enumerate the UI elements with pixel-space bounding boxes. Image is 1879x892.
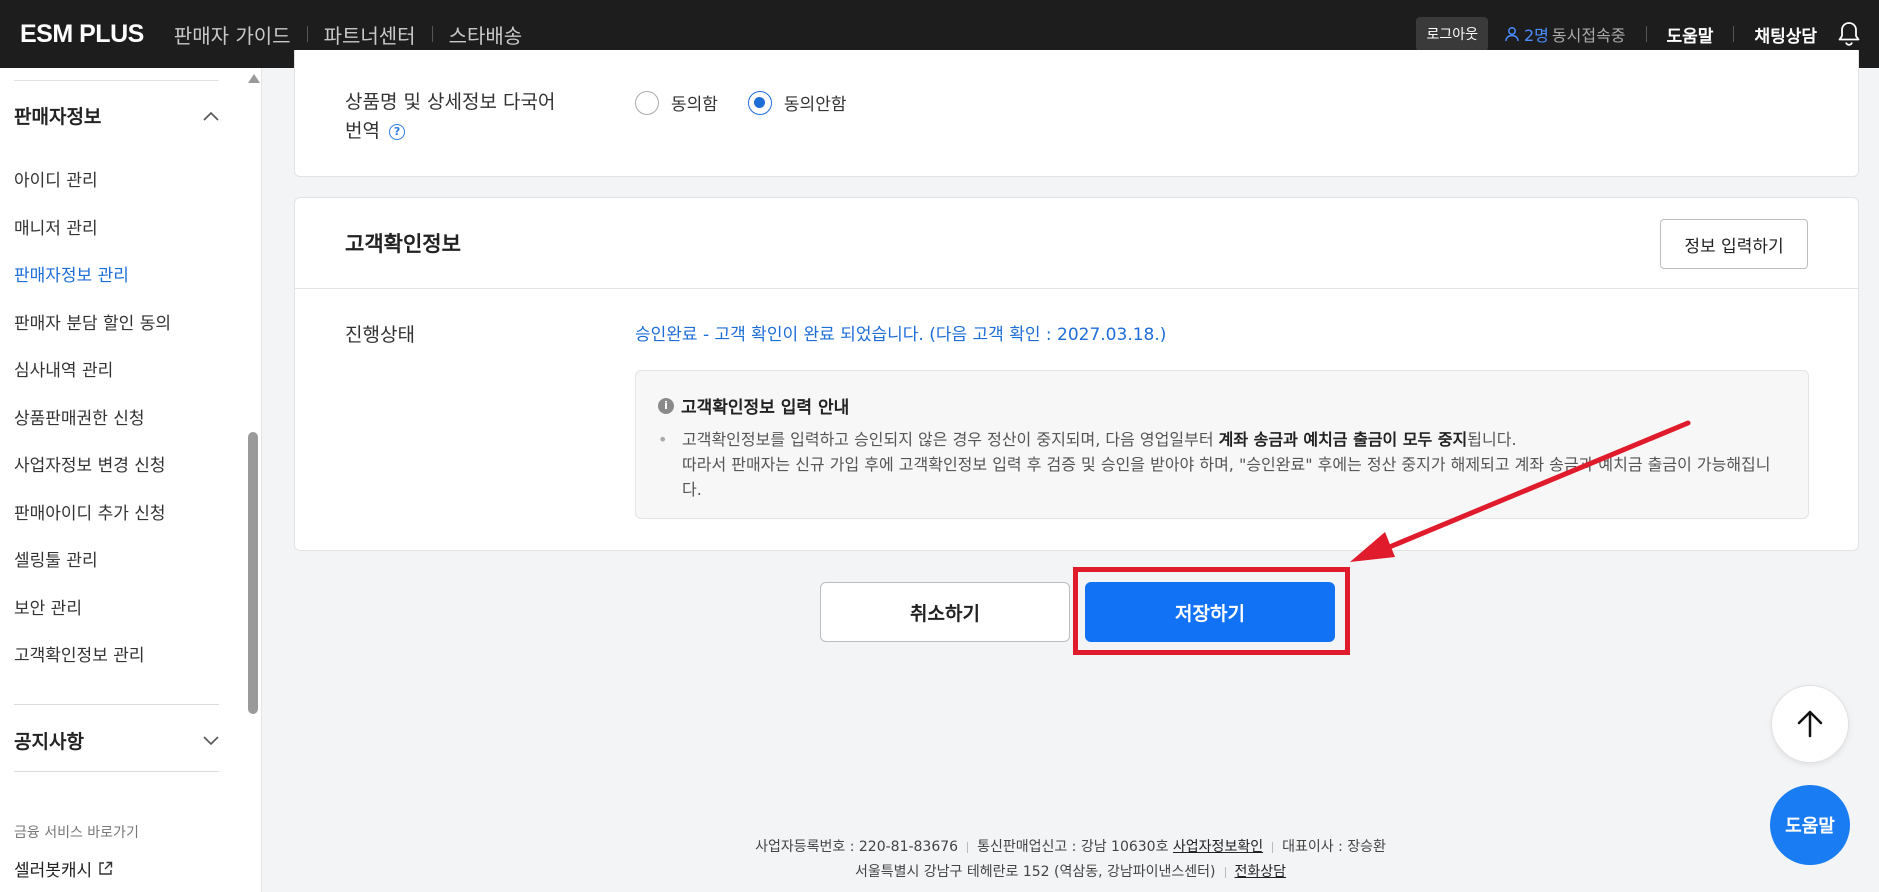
scroll-to-top-button[interactable] bbox=[1771, 685, 1849, 763]
footer-biz-no: 사업자등록번호 : 220-81-83676 bbox=[755, 839, 959, 855]
esm-plus-logo[interactable]: ESM PLUS bbox=[20, 20, 144, 49]
sellerbot-cash-label: 셀러봇캐시 bbox=[14, 861, 93, 881]
footer-ceo: 대표이사 : 장승환 bbox=[1282, 839, 1386, 855]
header-separator bbox=[1733, 26, 1735, 42]
radio-agree-circle[interactable] bbox=[635, 90, 659, 115]
top-nav: 판매자 가이드 파트너센터 스타배송 bbox=[174, 20, 522, 49]
sidebar-item-seller-info-management[interactable]: 판매자정보 관리 bbox=[14, 261, 129, 286]
sidebar-section-title: 판매자정보 bbox=[14, 106, 102, 128]
sidebar-notice-title: 공지사항 bbox=[14, 731, 84, 753]
session-label: 동시접속중 bbox=[1551, 26, 1626, 45]
header-separator bbox=[1645, 26, 1647, 42]
info-icon: i bbox=[658, 397, 674, 414]
customer-info-notice: i 고객확인정보 입력 안내 • 고객확인정보를 입력하고 승인되지 않은 경우… bbox=[635, 370, 1809, 519]
notice-bold: 계좌 송금과 예치금 출금이 모두 중지 bbox=[1218, 430, 1468, 449]
arrow-up-icon bbox=[1797, 710, 1823, 738]
notice-part2: 됩니다. bbox=[1467, 430, 1517, 449]
finance-shortcut-label: 금융 서비스 바로가기 bbox=[14, 825, 139, 841]
scrollbar-thumb[interactable] bbox=[248, 432, 258, 714]
sidebar-item-add-seller-id[interactable]: 판매아이디 추가 신청 bbox=[14, 499, 166, 524]
session-count: 2명 bbox=[1524, 26, 1549, 45]
question-icon[interactable]: ? bbox=[389, 123, 406, 140]
sidebar-section-seller-info[interactable]: 판매자정보 bbox=[14, 102, 219, 129]
sidebar-divider bbox=[14, 704, 219, 705]
sidebar-item-selling-tool[interactable]: 셀링툴 관리 bbox=[14, 546, 98, 571]
translation-label: 상품명 및 상세정보 다국어 번역 ? bbox=[345, 88, 555, 146]
status-label: 진행상태 bbox=[345, 324, 415, 346]
sidebar-divider bbox=[14, 80, 219, 81]
bullet-icon: • bbox=[658, 430, 668, 449]
nav-separator bbox=[306, 26, 308, 42]
nav-star-delivery[interactable]: 스타배송 bbox=[449, 20, 523, 49]
chevron-up-icon bbox=[203, 111, 219, 121]
sidebar: 판매자정보 아이디 관리 매니저 관리 판매자정보 관리 판매자 분담 할인 동… bbox=[0, 68, 262, 892]
radio-disagree-label: 동의안함 bbox=[783, 95, 847, 115]
sidebar-item-manager-management[interactable]: 매니저 관리 bbox=[14, 214, 98, 239]
sidebar-scrollbar[interactable] bbox=[247, 74, 260, 892]
footer-biz-check-link[interactable]: 사업자정보확인 bbox=[1173, 839, 1263, 855]
cancel-button[interactable]: 취소하기 bbox=[820, 582, 1070, 642]
footer-line1: 사업자등록번호 : 220-81-83676 통신판매업신고 : 강남 10630… bbox=[262, 836, 1879, 856]
sidebar-section-notice[interactable]: 공지사항 bbox=[14, 727, 219, 754]
footer-address: 서울특별시 강남구 테헤란로 152 (역삼동, 강남파이낸스센터) bbox=[854, 864, 1216, 880]
customer-info-card: 고객확인정보 정보 입력하기 진행상태 승인완료 - 고객 확인이 완료 되었습… bbox=[294, 197, 1859, 551]
footer-line2: 서울특별시 강남구 테헤란로 152 (역삼동, 강남파이낸스센터) 전화상담 bbox=[262, 861, 1879, 881]
radio-agree[interactable]: 동의함 bbox=[635, 90, 718, 115]
footer-separator bbox=[1224, 866, 1226, 878]
user-icon bbox=[1505, 27, 1519, 42]
customer-info-title: 고객확인정보 bbox=[345, 232, 461, 256]
sidebar-item-customer-verification[interactable]: 고객확인정보 관리 bbox=[14, 641, 145, 666]
translation-radio-group: 동의함 동의안함 bbox=[635, 90, 876, 115]
sidebar-item-security[interactable]: 보안 관리 bbox=[14, 594, 82, 619]
sidebar-item-id-management[interactable]: 아이디 관리 bbox=[14, 166, 98, 191]
sidebar-divider bbox=[14, 771, 219, 772]
footer-separator bbox=[967, 841, 969, 853]
save-highlight-box bbox=[1073, 567, 1350, 655]
footer-phone-link[interactable]: 전화상담 bbox=[1235, 864, 1287, 880]
notice-body: • 고객확인정보를 입력하고 승인되지 않은 경우 정산이 중지되며, 다음 영… bbox=[658, 427, 1788, 502]
translation-consent-card: 상품명 및 상세정보 다국어 번역 ? 동의함 동의안함 bbox=[294, 50, 1859, 177]
status-text: 승인완료 - 고객 확인이 완료 되었습니다. (다음 고객 확인 : 2027… bbox=[635, 325, 1167, 345]
logout-button[interactable]: 로그아웃 bbox=[1416, 17, 1488, 51]
input-info-button[interactable]: 정보 입력하기 bbox=[1660, 219, 1808, 269]
sidebar-item-seller-discount-consent[interactable]: 판매자 분담 할인 동의 bbox=[14, 309, 171, 334]
sidebar-item-sales-permission[interactable]: 상품판매권한 신청 bbox=[14, 404, 145, 429]
sidebar-item-review-history[interactable]: 심사내역 관리 bbox=[14, 356, 113, 381]
radio-disagree[interactable]: 동의안함 bbox=[747, 90, 847, 115]
external-link-icon bbox=[99, 861, 113, 875]
translation-label-line1: 상품명 및 상세정보 다국어 bbox=[345, 91, 556, 113]
nav-seller-guide[interactable]: 판매자 가이드 bbox=[174, 20, 291, 49]
help-link[interactable]: 도움말 bbox=[1667, 22, 1714, 47]
notice-line2: 따라서 판매자는 신규 가입 후에 고객확인정보 입력 후 검증 및 승인을 받… bbox=[682, 455, 1771, 499]
notice-text: 고객확인정보를 입력하고 승인되지 않은 경우 정산이 중지되며, 다음 영업일… bbox=[682, 427, 1788, 502]
scroll-up-arrow[interactable] bbox=[248, 74, 260, 83]
chat-link[interactable]: 채팅상담 bbox=[1754, 22, 1817, 47]
footer-mail-order: 통신판매업신고 : 강남 10630호 bbox=[977, 839, 1169, 855]
translation-label-line2: 번역 bbox=[345, 120, 380, 142]
notice-title-text: 고객확인정보 입력 안내 bbox=[681, 398, 850, 418]
notice-part1: 고객확인정보를 입력하고 승인되지 않은 경우 정산이 중지되며, 다음 영업일… bbox=[682, 430, 1219, 449]
customer-info-header: 고객확인정보 정보 입력하기 bbox=[295, 198, 1858, 289]
nav-separator bbox=[431, 26, 433, 42]
notice-title: i 고객확인정보 입력 안내 bbox=[658, 393, 849, 418]
radio-disagree-circle[interactable] bbox=[747, 90, 772, 115]
sellerbot-cash-link[interactable]: 셀러봇캐시 bbox=[14, 856, 113, 881]
chevron-down-icon bbox=[203, 735, 219, 745]
nav-partner-center[interactable]: 파트너센터 bbox=[324, 20, 416, 49]
footer-separator bbox=[1272, 841, 1274, 853]
concurrent-sessions[interactable]: 2명 동시접속중 bbox=[1504, 22, 1626, 46]
sidebar-item-business-info-change[interactable]: 사업자정보 변경 신청 bbox=[14, 451, 166, 476]
bell-icon[interactable] bbox=[1837, 21, 1861, 47]
radio-agree-label: 동의함 bbox=[671, 95, 718, 115]
